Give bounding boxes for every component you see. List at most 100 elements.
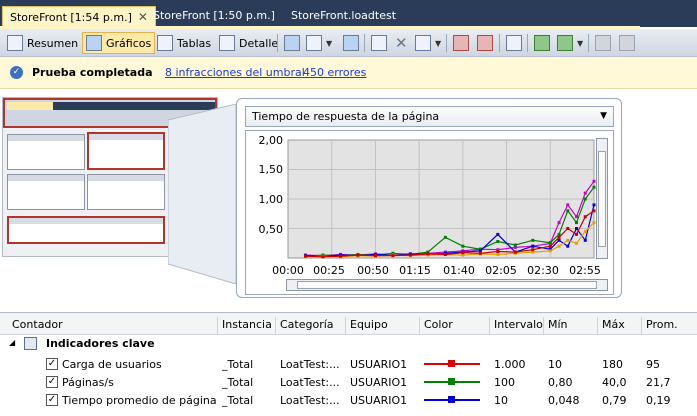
x-tick-label: 00:25 xyxy=(313,264,345,277)
y-tick-label: 0,50 xyxy=(258,223,284,236)
data-point xyxy=(575,241,579,245)
data-point xyxy=(583,197,587,201)
counter-machine: USUARIO1 xyxy=(350,376,408,389)
counter-min: 10 xyxy=(548,358,562,371)
counter-interval: 10 xyxy=(494,394,508,407)
counter-instance: _Total xyxy=(222,358,254,371)
counter-checkbox[interactable]: ✓ xyxy=(46,394,58,406)
counter-max: 40,0 xyxy=(602,376,627,389)
group-label: Indicadores clave xyxy=(46,337,155,350)
swatch-marker xyxy=(448,360,455,367)
data-point xyxy=(566,209,570,213)
data-point xyxy=(531,238,535,242)
data-point xyxy=(443,252,447,256)
collapse-triangle-icon[interactable]: ◢ xyxy=(9,338,15,347)
data-point xyxy=(548,244,552,248)
data-point xyxy=(583,215,587,219)
column-header-category[interactable]: Categoría xyxy=(276,317,346,335)
data-point xyxy=(548,249,552,253)
legend-header: Contador Instancia Categoría Equipo Colo… xyxy=(0,313,697,335)
counter-color-swatch[interactable] xyxy=(424,375,480,389)
counter-instance: _Total xyxy=(222,376,254,389)
data-point xyxy=(566,203,570,207)
y-tick-label: 2,00 xyxy=(258,134,284,147)
data-point xyxy=(356,253,360,257)
counter-avg: 95 xyxy=(646,358,660,371)
x-tick-label: 02:30 xyxy=(527,264,559,277)
counter-interval: 100 xyxy=(494,376,515,389)
counter-max: 0,79 xyxy=(602,394,627,407)
data-point xyxy=(557,235,561,239)
scrollbar-thumb[interactable] xyxy=(297,281,597,289)
swatch-marker xyxy=(448,396,455,403)
x-tick-label: 02:55 xyxy=(569,264,601,277)
data-point xyxy=(557,238,561,242)
counter-name: Tiempo promedio de página xyxy=(62,394,217,407)
data-point xyxy=(531,248,535,252)
data-point xyxy=(496,239,500,243)
x-tick-label: 01:40 xyxy=(443,264,475,277)
data-point xyxy=(391,254,395,258)
column-header-interval[interactable]: Intervalo xyxy=(490,317,544,335)
counter-interval: 1.000 xyxy=(494,358,526,371)
column-header-color[interactable]: Color xyxy=(420,317,490,335)
data-point xyxy=(575,227,579,230)
data-point xyxy=(548,241,552,245)
horizontal-zoom-scrollbar[interactable] xyxy=(286,279,608,291)
vertical-zoom-scrollbar[interactable] xyxy=(596,138,608,259)
data-point xyxy=(443,235,447,239)
counter-checkbox[interactable]: ✓ xyxy=(46,376,58,388)
data-point xyxy=(566,227,570,230)
data-point xyxy=(496,232,500,236)
data-point xyxy=(373,254,377,258)
key-indicators-icon xyxy=(24,337,37,350)
data-point xyxy=(583,238,587,242)
y-tick-label: 1,00 xyxy=(258,193,284,206)
table-row[interactable]: ✓ Páginas/s _Total LoatTest:... USUARIO1… xyxy=(0,374,697,392)
x-tick-label: 00:50 xyxy=(357,264,389,277)
column-header-instance[interactable]: Instancia xyxy=(218,317,276,335)
counter-category: LoatTest:... xyxy=(280,376,340,389)
data-point xyxy=(575,215,579,219)
column-header-machine[interactable]: Equipo xyxy=(346,317,420,335)
counter-checkbox[interactable]: ✓ xyxy=(46,358,58,370)
data-point xyxy=(531,244,535,248)
counter-color-swatch[interactable] xyxy=(424,357,480,371)
data-point xyxy=(338,254,342,258)
data-point xyxy=(513,250,517,254)
counter-color-swatch[interactable] xyxy=(424,393,480,407)
table-row[interactable]: ✓ Tiempo promedio de página _Total LoatT… xyxy=(0,392,697,410)
x-tick-label: 01:15 xyxy=(399,264,431,277)
data-point xyxy=(557,221,561,225)
data-point xyxy=(496,250,500,254)
column-header-min[interactable]: Mín xyxy=(544,317,598,335)
y-tick-label: 1,50 xyxy=(258,163,284,176)
counter-avg: 21,7 xyxy=(646,376,671,389)
data-point xyxy=(575,221,579,225)
x-tick-label: 02:05 xyxy=(485,264,517,277)
data-point xyxy=(583,191,587,195)
data-point xyxy=(478,251,482,255)
data-point xyxy=(557,244,561,248)
data-point xyxy=(408,253,412,257)
counter-machine: USUARIO1 xyxy=(350,394,408,407)
scrollbar-thumb[interactable] xyxy=(598,151,606,247)
data-point xyxy=(461,244,465,248)
counter-name: Carga de usuarios xyxy=(62,358,162,371)
data-point xyxy=(566,244,570,248)
counter-min: 0,80 xyxy=(548,376,573,389)
column-header-avg[interactable]: Prom. xyxy=(642,317,697,335)
data-point xyxy=(496,252,500,256)
column-header-max[interactable]: Máx xyxy=(598,317,642,335)
table-row[interactable]: ✓ Carga de usuarios _Total LoatTest:... … xyxy=(0,356,697,374)
counter-min: 0,048 xyxy=(548,394,580,407)
counter-group[interactable]: ◢ Indicadores clave xyxy=(0,335,697,355)
data-point xyxy=(575,232,579,236)
counter-avg: 0,19 xyxy=(646,394,671,407)
data-point xyxy=(321,255,325,259)
counter-category: LoatTest:... xyxy=(280,358,340,371)
column-header-counter[interactable]: Contador xyxy=(8,317,218,335)
counter-category: LoatTest:... xyxy=(280,394,340,407)
counter-instance: _Total xyxy=(222,394,254,407)
data-point xyxy=(583,229,587,233)
